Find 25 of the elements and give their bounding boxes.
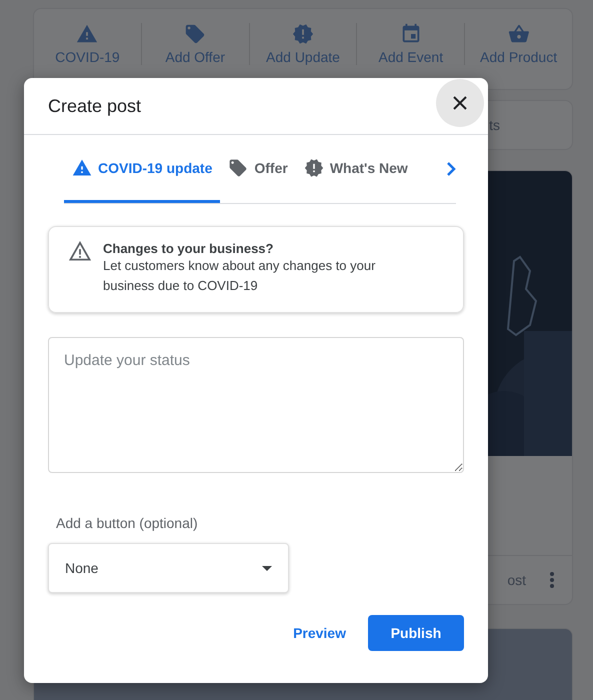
tag-icon [184, 23, 206, 45]
post-type-tab[interactable]: What's New [296, 135, 416, 203]
button-dropdown[interactable]: None [48, 543, 289, 593]
caret-icon [262, 566, 272, 570]
post-type-tab[interactable]: Offer [220, 135, 296, 203]
status-field[interactable]: Update your status [48, 337, 464, 473]
preview-button[interactable]: Preview [293, 617, 346, 649]
close-button[interactable] [436, 79, 484, 127]
post-type-tab[interactable]: COVID-19 update [64, 135, 220, 203]
warning-icon [76, 23, 98, 45]
publish-button[interactable]: Publish [368, 615, 464, 651]
card-text: ts [489, 117, 500, 133]
alert-badge-icon [304, 158, 324, 178]
field-label: Add a button (optional) [56, 515, 199, 531]
close-icon [453, 96, 467, 110]
dialog-title: Create post [48, 96, 142, 116]
warning-icon [69, 241, 91, 261]
tag-icon [228, 158, 248, 178]
warning-icon [72, 158, 92, 178]
more-icon[interactable] [550, 572, 554, 588]
info-text: Let customers know about any changes to your business due to COVID-19 [103, 257, 376, 295]
basket-icon [508, 23, 530, 45]
info-title: Changes to your business? [103, 241, 274, 256]
footer-text[interactable]: ost [507, 572, 526, 588]
alert-badge-icon [292, 23, 314, 45]
